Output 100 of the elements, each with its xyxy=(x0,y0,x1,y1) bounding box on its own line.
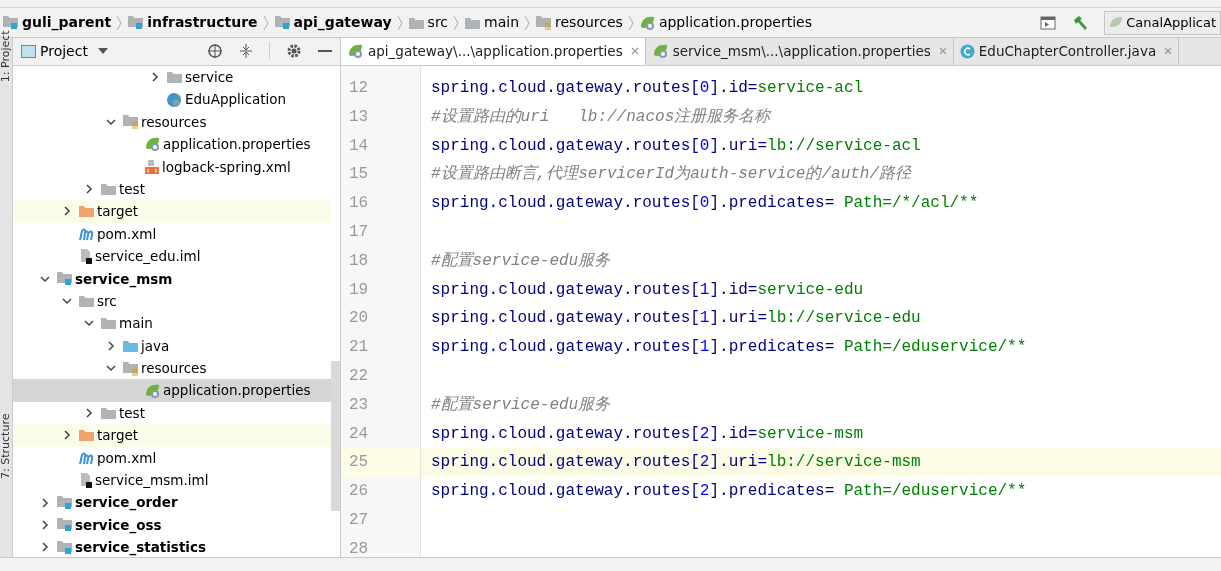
line-number: 22 xyxy=(348,366,370,388)
line-number: 28 xyxy=(348,538,370,558)
line-number: 25 xyxy=(341,448,420,477)
tree-item[interactable]: service_statistics xyxy=(13,536,331,558)
folder-icon xyxy=(78,204,95,219)
tree-item[interactable]: application.properties xyxy=(13,133,331,156)
folder-icon xyxy=(166,70,183,85)
module-folder-icon xyxy=(56,495,73,511)
line-number: 27 xyxy=(348,510,370,531)
tree-item[interactable]: target xyxy=(13,200,331,223)
line-number: 12 xyxy=(348,78,370,100)
tree-item[interactable]: EduApplication xyxy=(13,88,331,111)
folder-icon xyxy=(78,294,95,308)
folder-icon xyxy=(100,316,117,331)
tree-item[interactable]: main xyxy=(13,312,331,335)
file-icon xyxy=(78,248,93,265)
tree-item[interactable]: test xyxy=(13,401,331,425)
resources-folder-icon xyxy=(535,15,553,30)
tree-item[interactable]: java xyxy=(13,334,331,357)
tool-window-tab[interactable]: 7: Structure xyxy=(0,410,15,483)
panel-icon xyxy=(21,44,36,58)
code-line: spring.cloud.gateway.routes[2].predicates= Path=/eduservice/** xyxy=(430,481,1027,503)
breadcrumb-item[interactable]: application.properties xyxy=(638,12,812,33)
tree-item[interactable]: src xyxy=(13,289,331,313)
line-number: 20 xyxy=(348,308,370,330)
folder-icon xyxy=(100,405,117,420)
tree-item[interactable]: resources xyxy=(13,357,331,380)
chevron-separator-icon xyxy=(453,14,460,31)
code-line: #设置路由断言,代理servicerId为auth-service的/auth/路径 xyxy=(430,163,912,186)
leaf-icon xyxy=(144,382,161,399)
class-c-icon xyxy=(959,43,975,59)
chevron-separator-icon xyxy=(262,14,269,31)
xml-file-icon xyxy=(144,158,160,175)
close-icon[interactable] xyxy=(630,47,639,56)
tree-item[interactable]: service_oss xyxy=(13,513,331,537)
code-line: spring.cloud.gateway.routes[1].id=service-edu xyxy=(430,279,864,301)
run-window-icon[interactable] xyxy=(1040,15,1057,30)
leaf-icon xyxy=(347,43,364,60)
code-line: #设置路由的uri lb://nacos注册服务名称 xyxy=(430,106,771,128)
tree-item[interactable]: service_edu.iml xyxy=(13,245,331,268)
module-folder-icon xyxy=(273,15,291,30)
tree-item[interactable]: service_msm.iml xyxy=(13,468,331,492)
breadcrumb-item[interactable]: api_gateway xyxy=(273,12,392,33)
breadcrumb-item[interactable]: infrastructure xyxy=(127,12,258,33)
chevron-separator-icon xyxy=(524,14,531,31)
tree-item[interactable]: service_order xyxy=(13,491,331,514)
chevron-separator-icon xyxy=(116,14,123,31)
breadcrumb-item[interactable]: resources xyxy=(535,12,623,33)
breadcrumb-item[interactable]: main xyxy=(464,12,520,33)
module-folder-icon xyxy=(56,539,73,555)
code-line: spring.cloud.gateway.routes[0].uri=lb://service-acl xyxy=(430,135,921,157)
tree-item[interactable]: resources xyxy=(13,110,331,134)
code-line: spring.cloud.gateway.routes[0].predicates= Path=/*/acl/** xyxy=(430,193,979,215)
settings-icon[interactable] xyxy=(286,43,302,60)
folder-icon xyxy=(122,338,139,353)
tree-item[interactable]: application.properties xyxy=(13,379,331,402)
leaf-icon xyxy=(1109,15,1124,30)
tree-item[interactable]: pom.xml xyxy=(13,446,331,469)
code-line: spring.cloud.gateway.routes[1].uri=lb://service-edu xyxy=(430,308,921,330)
line-number: 26 xyxy=(348,481,370,503)
chevron-separator-icon xyxy=(396,14,403,31)
file-icon xyxy=(78,472,93,489)
leaf-icon xyxy=(651,43,669,60)
crosshair-icon[interactable] xyxy=(207,43,223,60)
module-folder-icon xyxy=(2,15,19,30)
code-line: spring.cloud.gateway.routes[2].uri=lb://service-msm xyxy=(430,452,921,474)
resources-folder-icon xyxy=(122,114,139,130)
module-folder-icon xyxy=(56,271,73,287)
leaf-icon xyxy=(144,136,161,153)
line-number: 18 xyxy=(348,250,370,272)
chevron-separator-icon xyxy=(627,14,634,31)
module-folder-icon xyxy=(56,517,73,533)
line-number: 13 xyxy=(348,106,370,128)
tree-item[interactable]: test xyxy=(13,177,331,201)
tree-item[interactable]: logback-spring.xml xyxy=(13,155,331,178)
tree-item[interactable]: target xyxy=(13,424,331,447)
tree-item[interactable]: service xyxy=(13,65,331,89)
maven-m-icon xyxy=(78,226,95,241)
maven-m-icon xyxy=(78,450,95,465)
hammer-icon[interactable] xyxy=(1072,14,1089,31)
line-number: 14 xyxy=(348,135,370,157)
tree-item[interactable]: service_msm xyxy=(13,267,331,290)
folder-icon xyxy=(407,15,425,30)
folder-icon xyxy=(464,15,482,30)
code-line: spring.cloud.gateway.routes[0].id=service-acl xyxy=(430,78,864,100)
folder-icon xyxy=(100,182,117,197)
folder-icon xyxy=(78,428,95,443)
tree-item[interactable]: pom.xml xyxy=(13,222,331,246)
collapse-all-icon[interactable] xyxy=(239,43,253,60)
tool-window-tab[interactable]: 1: Project xyxy=(0,20,15,93)
scrollbar-thumb[interactable] xyxy=(331,360,340,511)
module-folder-icon xyxy=(127,15,145,30)
breadcrumb-item[interactable]: src xyxy=(407,12,449,33)
resources-folder-icon xyxy=(122,360,139,376)
code-line: spring.cloud.gateway.routes[1].predicates= Path=/eduservice/** xyxy=(430,337,1027,359)
line-number: 15 xyxy=(348,164,370,186)
run-configuration-dropdown[interactable]: CanalApplicat xyxy=(1104,10,1221,35)
editor-tab[interactable]: api_gateway\...\application.properties xyxy=(341,38,646,65)
line-number: 24 xyxy=(348,423,370,445)
line-number: 17 xyxy=(348,222,370,244)
